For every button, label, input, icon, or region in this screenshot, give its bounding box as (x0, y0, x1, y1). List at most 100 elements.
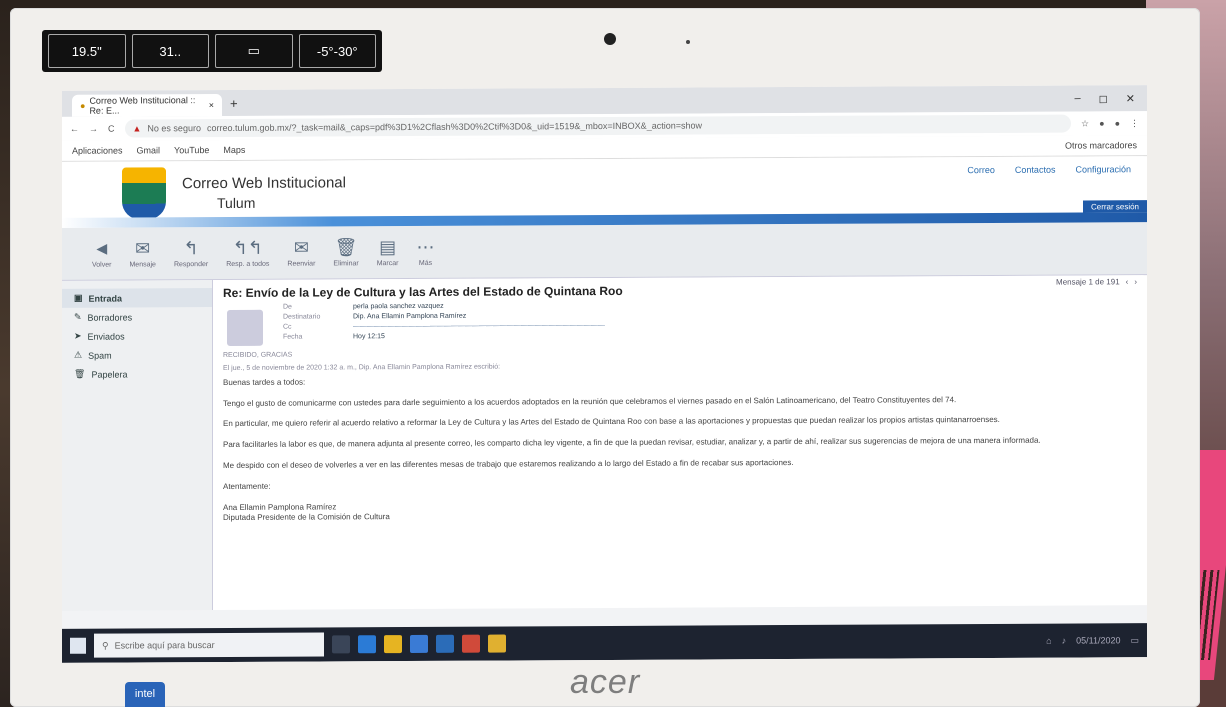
reply-button[interactable]: ↰ Responder (174, 238, 208, 268)
trash-folder-icon: 🗑 (74, 368, 86, 379)
notification-icon[interactable]: ▭ (1130, 635, 1139, 646)
message-text: RECIBIDO, GRACIAS El jue., 5 de noviembr… (223, 346, 1137, 524)
site-subtitle: Tulum (217, 194, 256, 212)
paragraph: Tengo el gusto de comunicarme con ustede… (223, 394, 957, 408)
extension-icon[interactable]: ● (1099, 118, 1104, 128)
app-icon[interactable] (462, 634, 480, 653)
window-controls: – ◻ ✕ (1075, 92, 1135, 106)
reply-icon: ↰ (183, 238, 199, 259)
message-pager: Mensaje 1 de 191 ‹ › (1056, 277, 1137, 286)
user-bar: Cerrar sesión (1082, 200, 1147, 213)
folder-spam[interactable]: ⚠ Spam (62, 345, 212, 365)
mark-icon: ▤ (379, 237, 397, 258)
more-icon: ⋯ (416, 236, 435, 257)
reload-icon[interactable]: C (108, 124, 115, 134)
delete-button[interactable]: 🗑 Eliminar (333, 237, 358, 267)
other-bookmarks[interactable]: Otros marcadores (1065, 140, 1137, 150)
greeting: RECIBIDO, GRACIAS (223, 351, 293, 359)
compose-icon: ✉ (135, 238, 151, 259)
windows-start-icon[interactable] (70, 637, 86, 654)
folder-sent[interactable]: ➤ Enviados (62, 326, 212, 346)
back-button[interactable]: ◄ Volver (92, 239, 111, 269)
search-icon: ⚲ (102, 640, 109, 651)
folder-list: ▣ Entrada ✎ Borradores ➤ Enviados ⚠ Spam 🗑 Pa… (62, 280, 213, 611)
sticker-badge-size: 19.5" (48, 34, 126, 68)
mark-button[interactable]: ▤ Marcar (377, 237, 399, 267)
network-icon[interactable]: ⌂ (1046, 636, 1051, 646)
pager-label: Mensaje 1 de 191 (1056, 277, 1120, 287)
close-window-icon[interactable]: ✕ (1126, 92, 1135, 105)
clock-date[interactable]: 05/11/2020 (1076, 635, 1120, 645)
url-input[interactable]: ▲ No es seguro correo.tulum.gob.mx/?_tas… (124, 114, 1072, 138)
message-subject: Re: Envío de la Ley de Cultura y las Art… (223, 283, 623, 300)
profile-icon[interactable]: ● (1115, 118, 1120, 128)
volume-icon[interactable]: ♪ (1062, 636, 1067, 646)
bookmark-gmail[interactable]: Gmail (137, 145, 161, 155)
to-value[interactable]: Dip. Ana Ellamin Pamplona Ramírez (353, 309, 1137, 321)
search-placeholder: Escribe aquí para buscar (114, 640, 215, 651)
tab-title: Correo Web Institucional :: Re: E... (89, 95, 196, 116)
url-warning-label: No es seguro (147, 123, 201, 134)
webcam-led (686, 40, 690, 44)
back-icon[interactable]: ← (70, 124, 79, 134)
star-icon[interactable]: ☆ (1081, 118, 1089, 129)
forward-mail-icon: ✉ (293, 237, 309, 258)
compose-button[interactable]: ✉ Mensaje (129, 238, 155, 268)
forward-icon[interactable]: → (89, 124, 98, 134)
from-label: De (283, 303, 292, 311)
message-view: Mensaje 1 de 191 ‹ › Re: Envío de la Ley… (213, 275, 1147, 611)
link-configuracion[interactable]: Configuración (1075, 164, 1131, 174)
cc-value: ———————————————————————————————————— (353, 321, 605, 331)
to-label: Destinatario (283, 313, 321, 321)
mail-app-icon[interactable] (436, 634, 454, 653)
new-tab-button[interactable]: + (230, 96, 238, 111)
intel-sticker: intel (125, 682, 165, 707)
system-tray: ⌂ ♪ 05/11/2020 ▭ (1046, 635, 1139, 646)
tab-close-icon[interactable]: × (209, 100, 214, 110)
more-button[interactable]: ⋯ Más (416, 237, 434, 267)
task-view-icon[interactable] (332, 635, 350, 654)
menu-icon[interactable]: ⋮ (1130, 118, 1139, 129)
inbox-icon: ▣ (74, 292, 83, 303)
quote-line: El jue., 5 de noviembre de 2020 1:32 a. … (223, 363, 501, 373)
edge-icon[interactable] (358, 635, 376, 654)
next-icon[interactable]: › (1134, 277, 1137, 286)
link-contactos[interactable]: Contactos (1015, 165, 1056, 175)
browser-tab[interactable]: ● Correo Web Institucional :: Re: E... × (72, 94, 222, 117)
sender-avatar (227, 309, 263, 346)
from-value[interactable]: perla paola sanchez vazquez (353, 299, 1137, 310)
webmail-header: Correo Web Institucional Tulum Correo Co… (62, 156, 1147, 228)
back-arrow-icon: ◄ (92, 238, 111, 259)
bookmark-apps[interactable]: Aplicaciones (72, 146, 123, 156)
chrome-icon[interactable] (488, 634, 506, 653)
bookmark-maps[interactable]: Maps (223, 145, 245, 155)
windows-taskbar: ⚲ Escribe aquí para buscar ⌂ ♪ 05/11/202… (62, 623, 1147, 663)
favicon-icon: ● (80, 100, 86, 111)
trash-icon: 🗑 (334, 237, 358, 258)
store-icon[interactable] (410, 634, 428, 654)
forward-button[interactable]: ✉ Reenviar (287, 238, 315, 268)
paragraph: En particular, me quiero referir al acue… (223, 415, 1000, 429)
reply-all-button[interactable]: ↰↰ Resp. a todos (226, 238, 269, 268)
warning-icon: ▲ (132, 123, 142, 134)
mail-body: ▣ Entrada ✎ Borradores ➤ Enviados ⚠ Spam 🗑 Pa… (62, 275, 1147, 611)
reply-all-icon: ↰↰ (232, 237, 263, 258)
taskbar-search[interactable]: ⚲ Escribe aquí para buscar (94, 632, 324, 658)
sent-icon: ➤ (74, 330, 82, 341)
date-label: Fecha (283, 333, 303, 341)
explorer-icon[interactable] (384, 635, 402, 654)
minimize-icon[interactable]: – (1075, 93, 1081, 106)
maximize-icon[interactable]: ◻ (1099, 92, 1108, 105)
folder-trash[interactable]: 🗑 Papelera (62, 364, 212, 384)
folder-drafts[interactable]: ✎ Borradores (62, 307, 212, 327)
logout-link[interactable]: Cerrar sesión (1091, 202, 1139, 211)
monitor-bezel: 19.5" 31.. ▭ -5°-30° ● Correo Web Instit… (10, 8, 1200, 707)
bookmark-youtube[interactable]: YouTube (174, 145, 209, 155)
folder-inbox[interactable]: ▣ Entrada (62, 288, 212, 308)
spec-sticker: 19.5" 31.. ▭ -5°-30° (42, 30, 382, 72)
paragraph: Me despido con el deseo de volverles a v… (223, 458, 794, 471)
spam-icon: ⚠ (74, 349, 83, 360)
prev-icon[interactable]: ‹ (1126, 277, 1129, 286)
pencil-icon: ✎ (74, 311, 82, 322)
link-correo[interactable]: Correo (967, 165, 995, 175)
